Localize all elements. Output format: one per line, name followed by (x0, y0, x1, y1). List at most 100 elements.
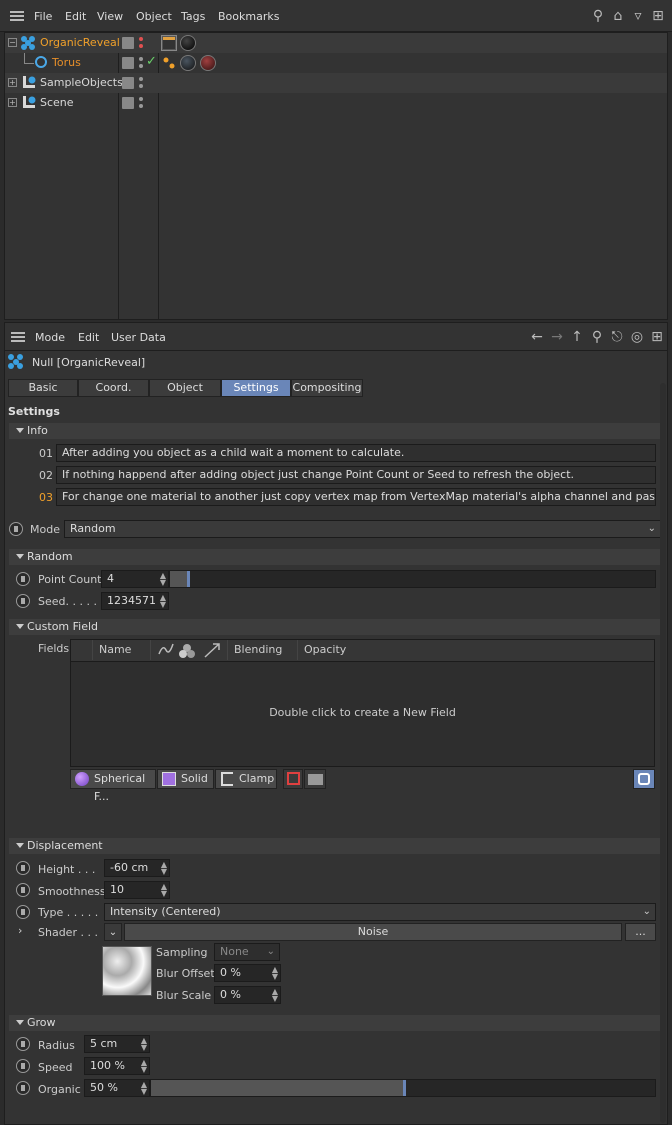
clapper-tag-icon[interactable] (161, 35, 177, 51)
clamp-field-button[interactable]: Clamp (215, 769, 277, 789)
header-blending[interactable]: Blending (228, 640, 298, 660)
stepper-arrows-icon[interactable]: ▲ ▼ (141, 1081, 147, 1096)
shader-noise-button[interactable]: Noise (124, 923, 622, 941)
filter-icon[interactable]: ▿ (630, 8, 646, 24)
add-folder-button[interactable] (304, 769, 326, 789)
section-grow[interactable]: Grow (9, 1015, 665, 1031)
render-visibility-dot[interactable] (139, 104, 143, 108)
hamburger-menu-icon[interactable] (11, 332, 25, 342)
chevron-right-icon[interactable]: › (18, 924, 22, 937)
material-tag-icon[interactable] (180, 55, 196, 71)
solid-field-button[interactable]: Solid (157, 769, 214, 789)
stepper-arrows-icon[interactable]: ▲ ▼ (141, 1059, 147, 1074)
keyframe-icon[interactable] (16, 861, 30, 875)
slider-handle[interactable] (403, 1080, 406, 1096)
radius-input[interactable]: 5 cm ▲ ▼ (84, 1035, 150, 1053)
tab-object[interactable]: Object (149, 379, 221, 397)
layer-box-icon[interactable] (122, 77, 134, 89)
vertex-tag-icon[interactable] (161, 55, 177, 71)
stepper-arrows-icon[interactable]: ▲ ▼ (141, 1037, 147, 1052)
point-count-slider[interactable] (169, 570, 656, 588)
section-displacement[interactable]: Displacement (9, 838, 665, 854)
header-opacity[interactable]: Opacity (298, 640, 654, 660)
lock-icon[interactable]: ⎋ (609, 329, 625, 345)
organic-slider[interactable] (150, 1079, 656, 1097)
tab-settings[interactable]: Settings (221, 379, 291, 397)
render-visibility-dot[interactable] (139, 44, 143, 48)
layer-box-icon[interactable] (122, 57, 134, 69)
attribute-scrollbar[interactable] (660, 383, 666, 1123)
object-row-organicreveal[interactable]: − OrganicReveal (5, 33, 667, 53)
new-window-icon[interactable]: ⊞ (649, 329, 665, 345)
section-info[interactable]: Info (9, 423, 665, 439)
stepper-arrows-icon[interactable]: ▲ ▼ (161, 861, 167, 876)
stepper-arrows-icon[interactable]: ▲ ▼ (160, 572, 166, 587)
spherical-field-button[interactable]: Spherical F... (70, 769, 156, 803)
speed-input[interactable]: 100 % ▲ ▼ (84, 1057, 150, 1075)
slider-handle[interactable] (187, 571, 190, 587)
material-tag-icon[interactable] (180, 35, 196, 51)
expand-icon[interactable]: + (8, 98, 17, 107)
menu-edit[interactable]: Edit (65, 10, 86, 23)
shader-more-button[interactable]: ... (625, 923, 656, 941)
enabled-check-icon[interactable]: ✓ (146, 54, 157, 69)
point-count-input[interactable]: 4 ▲ ▼ (101, 570, 169, 588)
add-layer-button[interactable] (283, 769, 303, 789)
tab-basic[interactable]: Basic (8, 379, 78, 397)
keyframe-icon[interactable] (16, 594, 30, 608)
editor-visibility-dot[interactable] (139, 77, 143, 81)
arrow-left-icon[interactable]: ← (529, 329, 545, 345)
menu-tags[interactable]: Tags (181, 10, 205, 23)
layer-box-icon[interactable] (122, 97, 134, 109)
menu-view[interactable]: View (97, 10, 123, 23)
render-visibility-dot[interactable] (139, 84, 143, 88)
home-icon[interactable]: ⌂ (610, 8, 626, 24)
keyframe-icon[interactable] (16, 1059, 30, 1073)
editor-visibility-dot[interactable] (139, 97, 143, 101)
stepper-arrows-icon[interactable]: ▲ ▼ (272, 966, 278, 981)
menu-object[interactable]: Object (136, 10, 172, 23)
render-visibility-dot[interactable] (139, 64, 143, 68)
seed-input[interactable]: 1234571 ▲ ▼ (101, 592, 169, 610)
arrow-right-icon[interactable]: → (549, 329, 565, 345)
organic-input[interactable]: 50 % ▲ ▼ (84, 1079, 150, 1097)
target-icon[interactable]: ◎ (629, 329, 645, 345)
menu-bookmarks[interactable]: Bookmarks (218, 10, 279, 23)
arrow-up-icon[interactable]: ↑ (569, 329, 585, 345)
section-custom-field[interactable]: Custom Field (9, 619, 665, 635)
smoothness-input[interactable]: 10 ▲ ▼ (104, 881, 170, 899)
keyframe-icon[interactable] (16, 1037, 30, 1051)
search-icon[interactable]: ⚲ (590, 8, 606, 24)
object-row-sampleobjects[interactable]: + SampleObjects (5, 73, 667, 93)
material-tag-icon[interactable] (200, 55, 216, 71)
header-name[interactable]: Name (93, 640, 151, 660)
fields-list[interactable]: Name Blending Opacity Double click to cr… (70, 639, 655, 767)
blur-scale-input[interactable]: 0 % ▲ ▼ (214, 986, 281, 1004)
tab-coord[interactable]: Coord. (78, 379, 149, 397)
section-random[interactable]: Random (9, 549, 665, 565)
layer-box-icon[interactable] (122, 37, 134, 49)
noise-preview-thumbnail[interactable] (102, 946, 152, 996)
keyframe-icon[interactable] (16, 883, 30, 897)
height-input[interactable]: -60 cm ▲ ▼ (104, 859, 170, 877)
keyframe-icon[interactable] (16, 1081, 30, 1095)
object-row-torus[interactable]: Torus ✓ (5, 53, 667, 73)
new-window-icon[interactable]: ⊞ (650, 8, 666, 24)
editor-visibility-dot[interactable] (139, 57, 143, 61)
editor-visibility-dot[interactable] (139, 37, 143, 41)
keyframe-icon[interactable] (16, 905, 30, 919)
mode-dropdown[interactable]: Random ⌄ (64, 520, 661, 538)
object-row-scene[interactable]: + Scene (5, 93, 667, 113)
sampling-dropdown[interactable]: None ⌄ (214, 943, 280, 961)
stepper-arrows-icon[interactable]: ▲ ▼ (272, 988, 278, 1003)
stepper-arrows-icon[interactable]: ▲ ▼ (161, 883, 167, 898)
hamburger-menu-icon[interactable] (10, 11, 24, 21)
menu-user-data[interactable]: User Data (111, 331, 166, 344)
shader-menu-button[interactable]: ⌄ (104, 923, 122, 941)
type-dropdown[interactable]: Intensity (Centered) ⌄ (104, 903, 656, 921)
keyframe-icon[interactable] (16, 572, 30, 586)
tab-compositing[interactable]: Compositing (291, 379, 363, 397)
expand-icon[interactable]: + (8, 78, 17, 87)
menu-mode[interactable]: Mode (35, 331, 65, 344)
keyframe-icon[interactable] (9, 522, 23, 536)
